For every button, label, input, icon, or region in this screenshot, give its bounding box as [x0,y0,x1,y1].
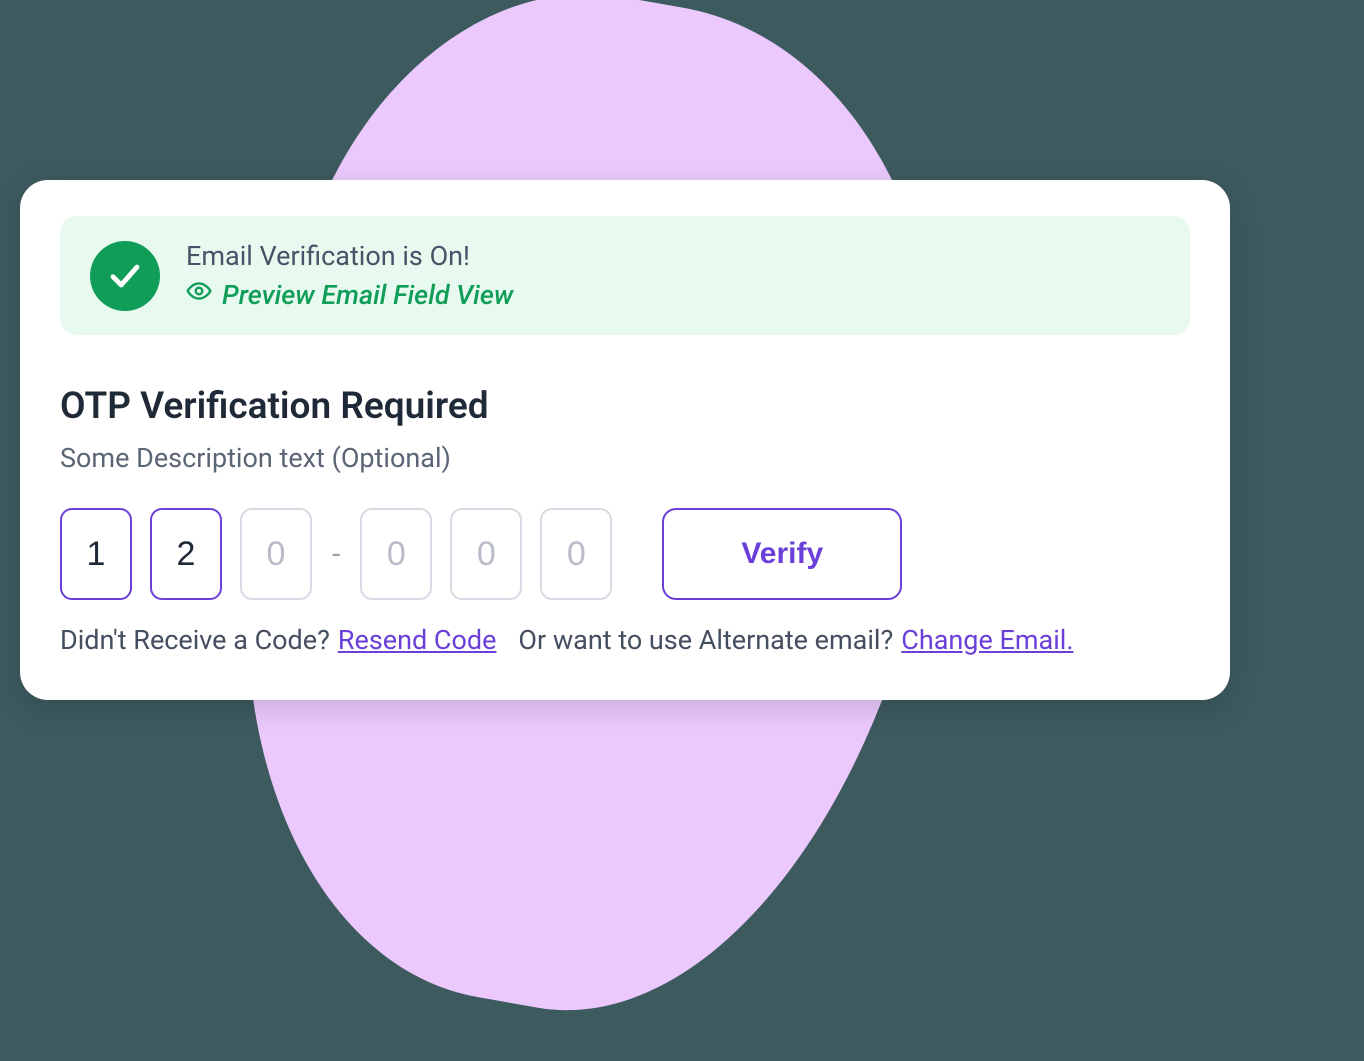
otp-digit-1[interactable] [60,508,132,600]
otp-section: OTP Verification Required Some Descripti… [60,385,1190,656]
banner-text: Email Verification is On! Preview Email … [186,240,513,311]
preview-link[interactable]: Preview Email Field View [186,278,513,311]
resend-code-link[interactable]: Resend Code [338,624,497,656]
status-banner: Email Verification is On! Preview Email … [60,216,1190,335]
otp-digit-5[interactable] [450,508,522,600]
helper-row: Didn't Receive a Code? Resend Code Or wa… [60,624,1190,656]
banner-title: Email Verification is On! [186,240,513,272]
check-circle-icon [90,241,160,311]
otp-digit-2[interactable] [150,508,222,600]
section-description: Some Description text (Optional) [60,442,1190,474]
otp-input-row: - Verify [60,508,1190,600]
section-title: OTP Verification Required [60,385,1190,428]
otp-digit-6[interactable] [540,508,612,600]
eye-icon [186,278,212,311]
change-email-link[interactable]: Change Email. [901,624,1073,656]
didnt-receive-text: Didn't Receive a Code? [60,624,330,656]
otp-digit-4[interactable] [360,508,432,600]
alternate-text: Or want to use Alternate email? [518,624,893,656]
verify-button[interactable]: Verify [662,508,902,600]
otp-separator: - [330,537,342,572]
otp-digit-3[interactable] [240,508,312,600]
otp-card: Email Verification is On! Preview Email … [20,180,1230,700]
preview-link-label: Preview Email Field View [222,279,513,311]
